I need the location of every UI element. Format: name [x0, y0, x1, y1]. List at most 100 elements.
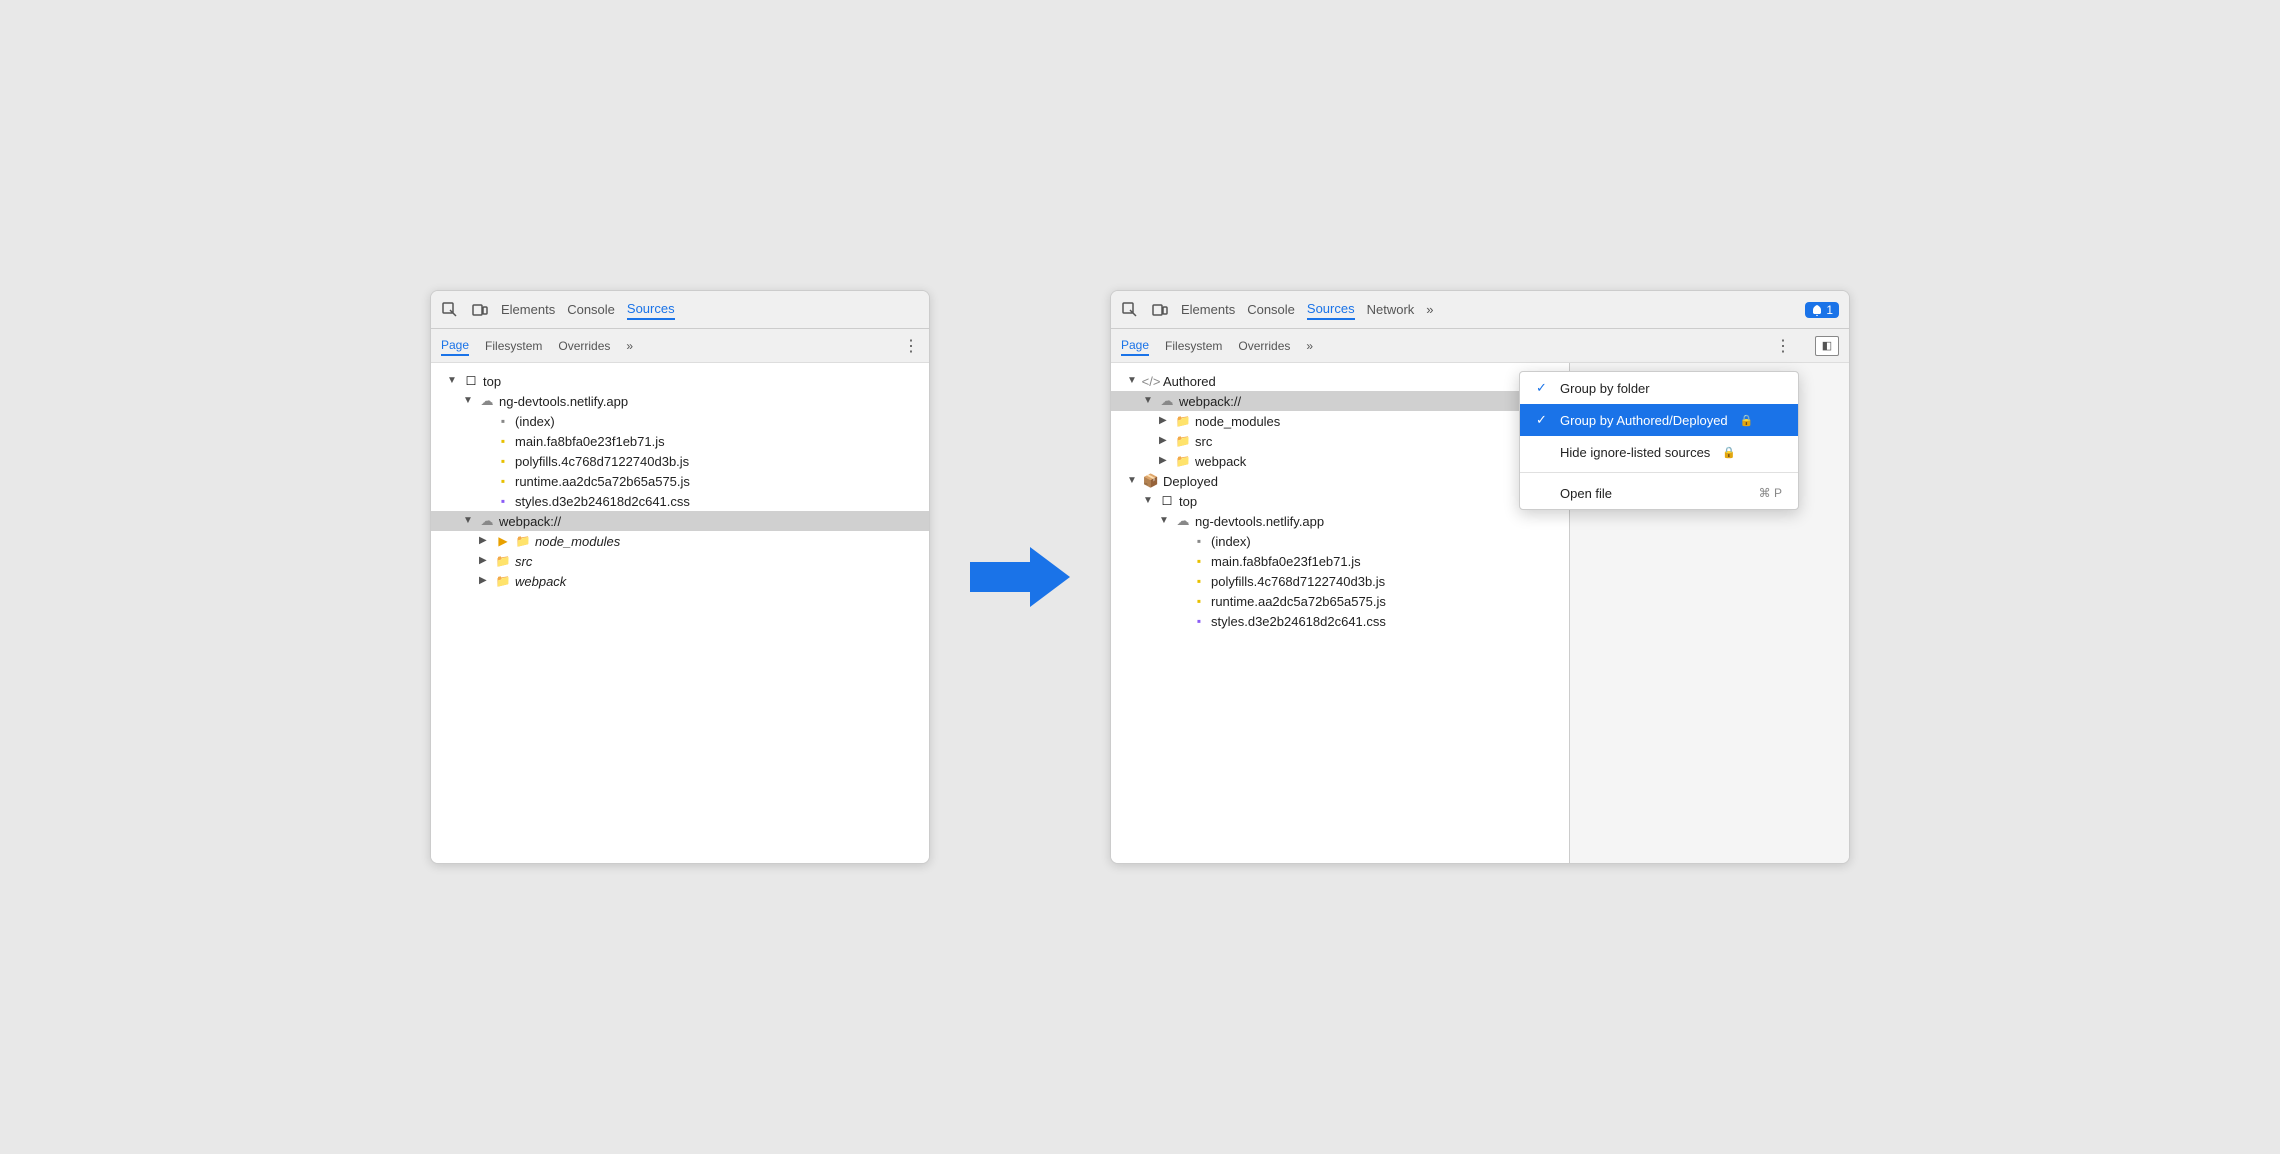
- tree-item-ng-devtools-deployed[interactable]: ☁ ng-devtools.netlify.app: [1111, 511, 1569, 531]
- tree-item-styles-deployed[interactable]: ▪ styles.d3e2b24618d2c641.css: [1111, 611, 1569, 631]
- left-more-menu-button[interactable]: ⋮: [903, 336, 919, 356]
- item-label-webpack-folder-left: webpack: [515, 574, 566, 589]
- file-gray-index-deployed: ▪: [1191, 533, 1207, 549]
- tree-item-polyfills-deployed[interactable]: ▪ polyfills.4c768d7122740d3b.js: [1111, 571, 1569, 591]
- inspect-icon-right[interactable]: [1121, 301, 1139, 319]
- file-yellow-icon-polyfills: ▪: [495, 453, 511, 469]
- check-icon-group-folder: ✓: [1536, 380, 1552, 396]
- tree-item-styles[interactable]: ▪ styles.d3e2b24618d2c641.css: [431, 491, 929, 511]
- right-tab-more[interactable]: »: [1426, 300, 1433, 319]
- chevron-src-right: [1159, 435, 1171, 447]
- frame-icon-top-deployed: ☐: [1159, 493, 1175, 509]
- left-subtab-filesystem[interactable]: Filesystem: [485, 337, 542, 355]
- left-tab-console[interactable]: Console: [567, 300, 615, 319]
- item-label-styles: styles.d3e2b24618d2c641.css: [515, 494, 690, 509]
- tree-item-webpack-folder-right[interactable]: 📁 webpack: [1111, 451, 1569, 471]
- right-more-menu-button[interactable]: ⋮: [1775, 336, 1791, 356]
- tree-item-deployed[interactable]: 📦 Deployed: [1111, 471, 1569, 491]
- chevron-webpack-authored: [1143, 395, 1155, 407]
- notification-badge[interactable]: 1: [1805, 302, 1839, 318]
- left-subtab-overrides[interactable]: Overrides: [558, 337, 610, 355]
- chevron-top-deployed: [1143, 495, 1155, 507]
- item-label-ng-devtools-deployed: ng-devtools.netlify.app: [1195, 514, 1324, 529]
- tree-item-runtime-deployed[interactable]: ▪ runtime.aa2dc5a72b65a575.js: [1111, 591, 1569, 611]
- dropdown-item-open-file[interactable]: ✓ Open file ⌘ P: [1520, 477, 1798, 509]
- right-tab-console[interactable]: Console: [1247, 300, 1295, 319]
- right-tree-section: </> Authored ☁ webpack:// 📁 node_modules: [1111, 363, 1570, 863]
- tree-item-polyfills[interactable]: ▪ polyfills.4c768d7122740d3b.js: [431, 451, 929, 471]
- screenshot-container: Elements Console Sources Page Filesystem…: [430, 290, 1850, 864]
- directional-arrow: [970, 542, 1070, 612]
- cloud-icon-ng-devtools-deployed: ☁: [1175, 513, 1191, 529]
- left-tab-elements[interactable]: Elements: [501, 300, 555, 319]
- tree-item-webpack-folder-left[interactable]: 📁 webpack: [431, 571, 929, 591]
- chevron-webpack-left: [463, 515, 475, 527]
- tree-item-index-deployed[interactable]: ▪ (index): [1111, 531, 1569, 551]
- tree-item-authored[interactable]: </> Authored: [1111, 371, 1569, 391]
- item-label-webpack-folder-right: webpack: [1195, 454, 1246, 469]
- right-subtab-more[interactable]: »: [1306, 337, 1313, 355]
- tree-item-top-deployed[interactable]: ☐ top: [1111, 491, 1569, 511]
- item-label-ng-devtools: ng-devtools.netlify.app: [499, 394, 628, 409]
- dropdown-separator: [1520, 472, 1798, 473]
- inspect-icon[interactable]: [441, 301, 459, 319]
- tree-item-main-deployed[interactable]: ▪ main.fa8bfa0e23f1eb71.js: [1111, 551, 1569, 571]
- tree-item-webpack-authored[interactable]: ☁ webpack://: [1111, 391, 1569, 411]
- file-gray-icon-index: ▪: [495, 413, 511, 429]
- file-purple-icon-styles: ▪: [495, 493, 511, 509]
- right-toolbar-actions: 1: [1805, 302, 1839, 318]
- tree-item-runtime[interactable]: ▪ runtime.aa2dc5a72b65a575.js: [431, 471, 929, 491]
- chevron-ng-devtools-deployed: [1159, 515, 1171, 527]
- tree-item-src-right[interactable]: 📁 src: [1111, 431, 1569, 451]
- chevron-node-modules-right: [1159, 415, 1171, 427]
- folder-orange-icon-node-modules-left: ▶: [495, 533, 511, 549]
- tree-item-ng-devtools[interactable]: ☁ ng-devtools.netlify.app: [431, 391, 929, 411]
- item-label-node-modules-right: node_modules: [1195, 414, 1280, 429]
- tree-item-index[interactable]: ▪ (index): [431, 411, 929, 431]
- dropdown-shortcut-open-file: ⌘ P: [1759, 486, 1782, 500]
- item-label-runtime-deployed: runtime.aa2dc5a72b65a575.js: [1211, 594, 1386, 609]
- dropdown-item-hide-ignore[interactable]: ✓ Hide ignore-listed sources 🔒: [1520, 436, 1798, 468]
- tree-item-webpack-left[interactable]: ☁ webpack://: [431, 511, 929, 531]
- folder-orange-icon-webpack-left: 📁: [495, 573, 511, 589]
- lock-icon-hide-ignore: 🔒: [1722, 446, 1736, 459]
- device-toggle-icon-right[interactable]: [1151, 301, 1169, 319]
- right-tab-sources[interactable]: Sources: [1307, 299, 1355, 320]
- right-subtab-filesystem[interactable]: Filesystem: [1165, 337, 1222, 355]
- code-icon-authored: </>: [1143, 373, 1159, 389]
- right-tree-view: </> Authored ☁ webpack:// 📁 node_modules: [1111, 363, 1569, 863]
- tree-item-node-modules-right[interactable]: 📁 node_modules: [1111, 411, 1569, 431]
- chevron-webpack-folder-left: [479, 575, 491, 587]
- tree-item-node-modules-left[interactable]: ▶ 📁 node_modules: [431, 531, 929, 551]
- folder-orange-webpack-right: 📁: [1175, 453, 1191, 469]
- dropdown-item-group-by-folder[interactable]: ✓ Group by folder: [1520, 372, 1798, 404]
- chevron-node-modules-left: [479, 535, 491, 547]
- left-subtab-more[interactable]: »: [626, 337, 633, 355]
- item-label-node-modules-left: node_modules: [535, 534, 620, 549]
- box-icon-deployed: 📦: [1143, 473, 1159, 489]
- left-devtools-panel: Elements Console Sources Page Filesystem…: [430, 290, 930, 864]
- frame-icon: ☐: [463, 373, 479, 389]
- tree-item-main-js[interactable]: ▪ main.fa8bfa0e23f1eb71.js: [431, 431, 929, 451]
- left-subtab-page[interactable]: Page: [441, 336, 469, 356]
- tree-item-top[interactable]: ☐ top: [431, 371, 929, 391]
- right-tab-network[interactable]: Network: [1367, 300, 1415, 319]
- item-label-main-deployed: main.fa8bfa0e23f1eb71.js: [1211, 554, 1361, 569]
- tree-item-src-left[interactable]: 📁 src: [431, 551, 929, 571]
- right-subtoolbar: Page Filesystem Overrides » ⋮ ◧: [1111, 329, 1849, 363]
- sidebar-toggle-button[interactable]: ◧: [1815, 336, 1839, 356]
- right-subtab-page[interactable]: Page: [1121, 336, 1149, 356]
- item-label-top-deployed: top: [1179, 494, 1197, 509]
- item-label-top: top: [483, 374, 501, 389]
- left-tab-sources[interactable]: Sources: [627, 299, 675, 320]
- right-toolbar: Elements Console Sources Network » 1: [1111, 291, 1849, 329]
- chevron-webpack-folder-right: [1159, 455, 1171, 467]
- item-label-polyfills-deployed: polyfills.4c768d7122740d3b.js: [1211, 574, 1385, 589]
- dropdown-label-group-authored: Group by Authored/Deployed: [1560, 413, 1728, 428]
- right-subtab-overrides[interactable]: Overrides: [1238, 337, 1290, 355]
- dropdown-item-group-authored-deployed[interactable]: ✓ Group by Authored/Deployed 🔒: [1520, 404, 1798, 436]
- file-yellow-runtime-deployed: ▪: [1191, 593, 1207, 609]
- right-tab-elements[interactable]: Elements: [1181, 300, 1235, 319]
- device-toggle-icon[interactable]: [471, 301, 489, 319]
- item-label-polyfills: polyfills.4c768d7122740d3b.js: [515, 454, 689, 469]
